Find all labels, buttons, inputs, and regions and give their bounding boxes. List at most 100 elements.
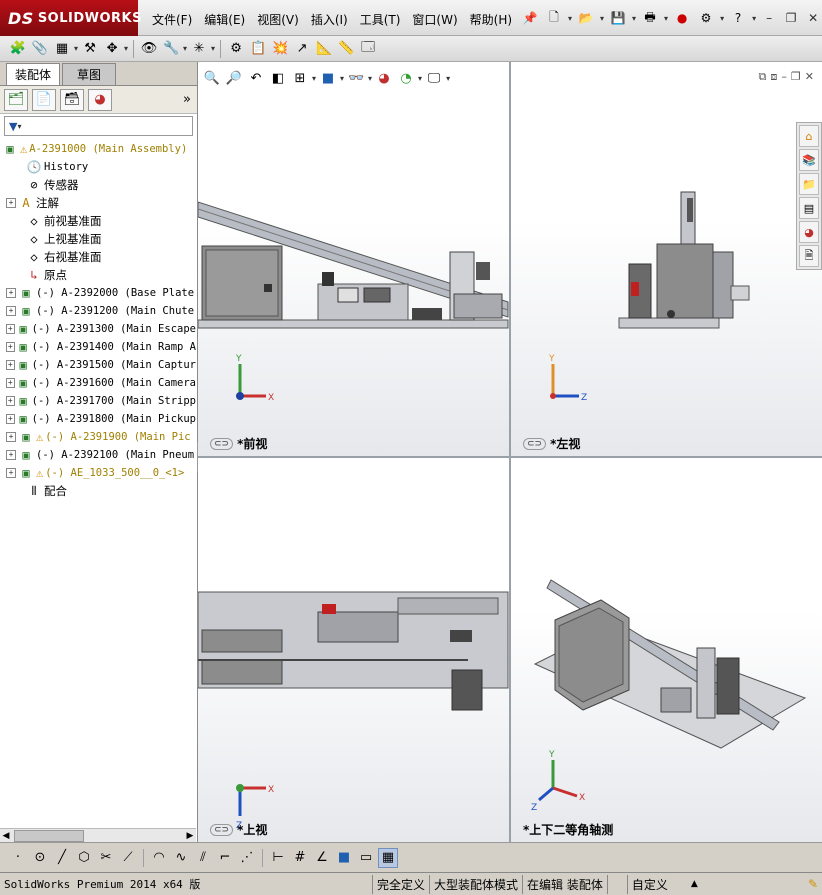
viewport-horizontal-splitter[interactable] <box>198 456 822 458</box>
view-link-icon[interactable]: ⊂⊃ <box>210 823 234 836</box>
solidworks-resources-icon[interactable]: ⌂ <box>799 125 819 147</box>
status-units[interactable]: 自定义 <box>626 874 687 894</box>
expand-icon[interactable]: + <box>6 306 16 316</box>
mate-icon[interactable]: 📎 <box>30 39 50 59</box>
expand-icon[interactable]: + <box>6 324 15 334</box>
save-icon[interactable]: 💾 <box>608 8 628 28</box>
section-view-icon[interactable]: ◧ <box>268 68 288 88</box>
shaded-sketch-icon[interactable]: ■ <box>334 848 354 868</box>
tree-item-right-plane[interactable]: ◇ 右视基准面 <box>0 248 196 266</box>
expand-icon[interactable]: + <box>6 342 15 352</box>
expand-icon[interactable]: + <box>6 378 15 388</box>
appearances-scenes-icon[interactable]: ◕ <box>799 221 819 243</box>
view-tile-icon[interactable]: ⧈ <box>770 70 777 84</box>
tree-item-top-plane[interactable]: ◇ 上视基准面 <box>0 230 196 248</box>
view-link-icon[interactable]: ⊂⊃ <box>523 437 547 450</box>
menu-tools[interactable]: 工具(T) <box>354 9 407 30</box>
construction-geometry-icon[interactable]: ⋰ <box>237 848 257 868</box>
tree-item-component-warning[interactable]: + ▣ ⚠ (-) A-2391900 (Main Pic <box>0 428 196 446</box>
centerline-icon[interactable]: ⫽ <box>193 848 213 868</box>
expand-icon[interactable]: + <box>6 288 16 298</box>
smart-fasteners-icon[interactable]: ⚒ <box>80 39 100 59</box>
assembly-features-icon[interactable]: 🔧 <box>161 39 181 59</box>
tree-item-component[interactable]: + ▣ (-) A-2391200 (Main Chute <box>0 302 196 320</box>
expand-icon[interactable]: + <box>6 198 16 208</box>
expand-icon[interactable]: + <box>6 396 15 406</box>
show-hidden-icon[interactable]: 👁 <box>139 39 159 59</box>
solidworks-logo[interactable]: DS SOLIDWORKS <box>0 0 141 36</box>
options-dropdown-icon[interactable]: ▾ <box>720 14 724 23</box>
tree-item-component[interactable]: + ▣ (-) A-2391500 (Main Captur <box>0 356 196 374</box>
tree-item-mates[interactable]: ⫴ 配合 <box>0 482 196 500</box>
property-manager-icon[interactable]: 📄 <box>32 88 56 111</box>
options-gear-icon[interactable]: ⚙ <box>696 8 716 28</box>
spline-icon[interactable]: ∿ <box>171 848 191 868</box>
view-link-icon[interactable]: ⊂⊃ <box>210 437 234 450</box>
viewport-front[interactable]: 🔍 🔎 ↶ ◧ ⊞ ▾ ■ ▾ 👓 ▾ ◕ ◔ ▾ 🖵 ▾ Y X ⊂⊃ *前视 <box>198 62 509 456</box>
smart-dimension-icon[interactable]: ⊢ <box>268 848 288 868</box>
menu-insert[interactable]: 插入(I) <box>305 9 354 30</box>
circle-icon[interactable]: ⊙ <box>30 848 50 868</box>
bill-of-materials-icon[interactable]: 📋 <box>248 39 268 59</box>
hide-show-items-icon[interactable]: 👓 <box>346 68 366 88</box>
tree-item-component[interactable]: + ▣ (-) A-2391700 (Main Stripp <box>0 392 196 410</box>
menu-view[interactable]: 视图(V) <box>251 9 305 30</box>
reference-geometry-icon[interactable]: ✳ <box>189 39 209 59</box>
clearance-verification-icon[interactable]: 📏 <box>336 39 356 59</box>
expand-panel-icon[interactable]: » <box>183 92 191 107</box>
component-pattern-icon[interactable]: ▦ <box>52 39 72 59</box>
tree-root[interactable]: ▣ ⚠ A-2391000 (Main Assembly) <box>0 140 196 158</box>
menu-edit[interactable]: 编辑(E) <box>198 9 251 30</box>
configuration-manager-icon[interactable]: 🗃 <box>60 88 84 111</box>
features-dropdown-icon[interactable]: ▾ <box>183 44 187 53</box>
scroll-thumb[interactable] <box>14 829 84 842</box>
expand-icon[interactable]: + <box>6 468 16 478</box>
tree-item-component-warning[interactable]: + ▣ ⚠ (-) AE_1033_500__0_<1> <box>0 464 196 482</box>
feature-manager-tree-icon[interactable]: 🗂 <box>4 88 28 111</box>
new-document-icon[interactable]: 🗋 <box>544 8 564 28</box>
expand-icon[interactable]: + <box>6 414 15 424</box>
custom-properties-icon[interactable]: 🗎 <box>799 245 819 267</box>
zoom-to-fit-icon[interactable]: 🔍 <box>202 68 222 88</box>
extend-icon[interactable]: ⟋ <box>118 848 138 868</box>
tree-item-component[interactable]: + ▣ (-) A-2391300 (Main Escape <box>0 320 196 338</box>
viewport-top[interactable]: X Z ⊂⊃ *上视 <box>198 458 509 842</box>
hide-show-dropdown-icon[interactable]: ▾ <box>368 74 372 83</box>
view-palette-icon[interactable]: ▤ <box>799 197 819 219</box>
rebuild-traffic-light-icon[interactable]: ● <box>672 8 692 28</box>
tree-item-component[interactable]: + ▣ (-) A-2392000 (Base Plate <box>0 284 196 302</box>
link-views-icon[interactable]: ⧉ <box>759 70 767 84</box>
scroll-right-icon[interactable]: ▶ <box>184 831 196 841</box>
open-dropdown-icon[interactable]: ▾ <box>600 14 604 23</box>
edit-appearance-icon[interactable]: ◕ <box>374 68 394 88</box>
new-motion-study-icon[interactable]: ⚙ <box>226 39 246 59</box>
display-style-dropdown-icon[interactable]: ▾ <box>340 74 344 83</box>
rebuild-status-icon[interactable]: ✎ <box>804 875 822 894</box>
tab-sketch[interactable]: 草图 <box>62 63 117 85</box>
tree-item-front-plane[interactable]: ◇ 前视基准面 <box>0 212 196 230</box>
menu-help[interactable]: 帮助(H) <box>464 9 518 30</box>
menu-file[interactable]: 文件(F) <box>146 9 198 30</box>
move-dropdown-icon[interactable]: ▾ <box>124 44 128 53</box>
new-dropdown-icon[interactable]: ▾ <box>568 14 572 23</box>
zoom-to-area-icon[interactable]: 🔎 <box>224 68 244 88</box>
status-large-assembly-mode[interactable]: 大型装配体模式 <box>429 874 522 894</box>
apply-scene-icon[interactable]: ◔ <box>396 68 416 88</box>
pattern-dropdown-icon[interactable]: ▾ <box>74 44 78 53</box>
viewport-isometric[interactable]: Y X Z *上下二等角轴测 <box>511 458 822 842</box>
tree-item-component[interactable]: + ▣ (-) A-2391400 (Main Ramp A <box>0 338 196 356</box>
rapid-sketch-icon[interactable]: ▭ <box>356 848 376 868</box>
pin-icon[interactable]: 📌 <box>520 8 540 28</box>
scroll-left-icon[interactable]: ◀ <box>0 831 12 841</box>
previous-view-icon[interactable]: ↶ <box>246 68 266 88</box>
view-orientation-dropdown-icon[interactable]: ▾ <box>312 74 316 83</box>
tree-item-component[interactable]: + ▣ (-) A-2391600 (Main Camera <box>0 374 196 392</box>
explode-line-sketch-icon[interactable]: ↗ <box>292 39 312 59</box>
line-icon[interactable]: ╱ <box>52 848 72 868</box>
view-settings-dropdown-icon[interactable]: ▾ <box>446 74 450 83</box>
tree-item-history[interactable]: 🕓 History <box>0 158 196 176</box>
tab-assembly[interactable]: 装配体 <box>6 63 61 85</box>
units-dropdown-icon[interactable]: ▲ <box>687 875 702 894</box>
reference-dropdown-icon[interactable]: ▾ <box>211 44 215 53</box>
tree-item-component[interactable]: + ▣ (-) A-2391800 (Main Pickup <box>0 410 196 428</box>
